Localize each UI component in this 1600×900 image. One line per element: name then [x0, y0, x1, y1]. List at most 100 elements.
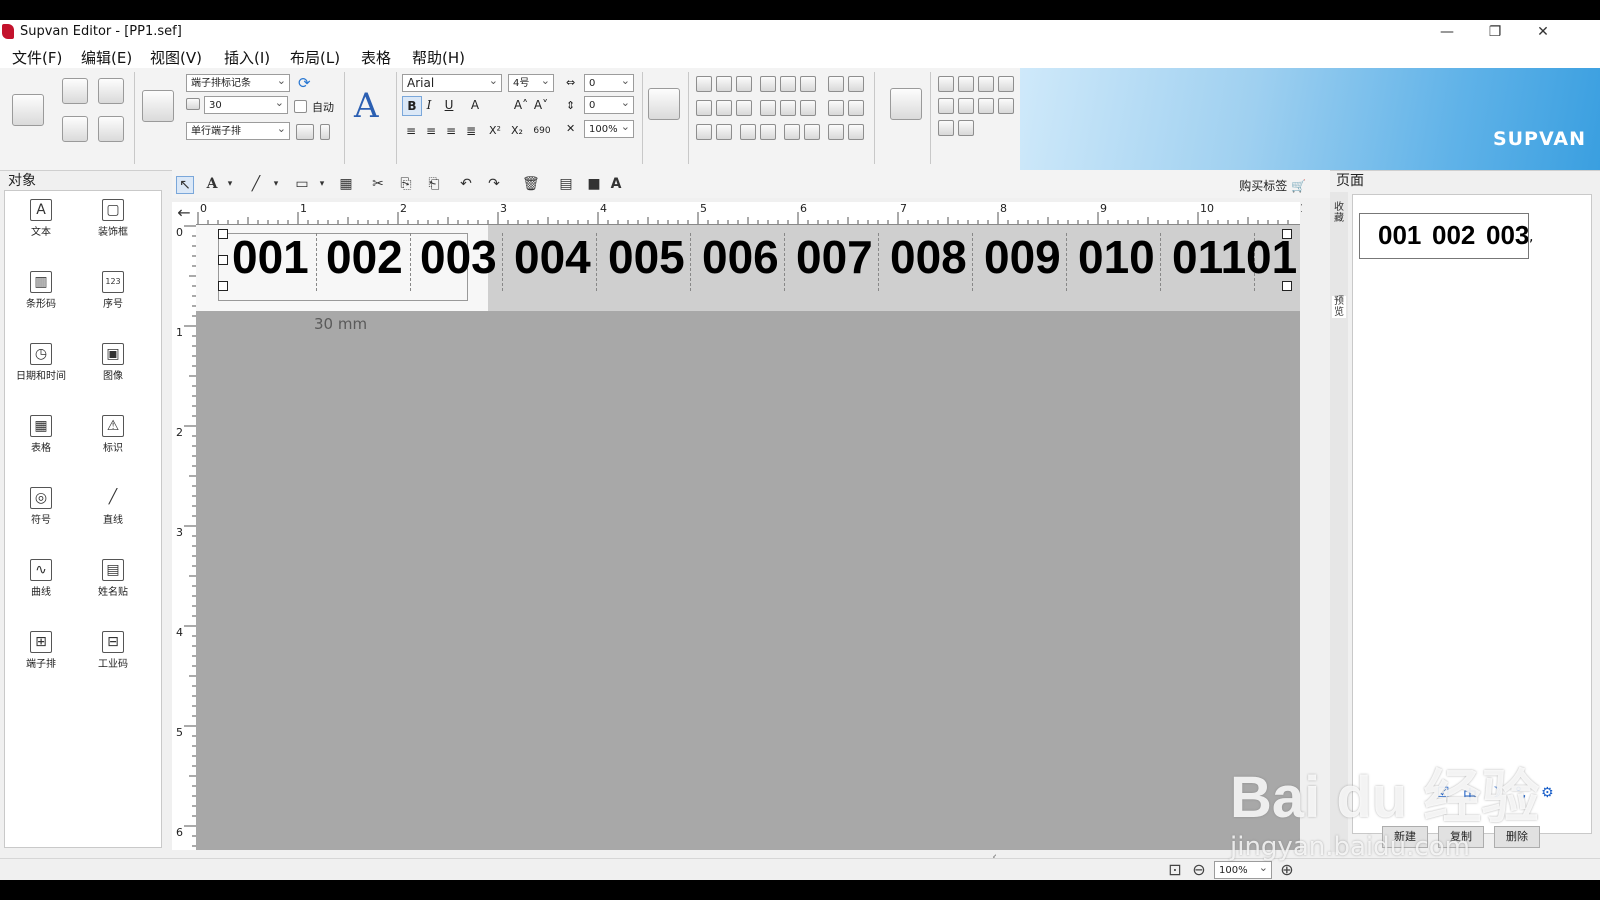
cell-border-icon[interactable] [978, 98, 994, 114]
columns-icon[interactable] [828, 76, 844, 92]
zoom-select[interactable]: 100% [1214, 861, 1272, 879]
bold-button[interactable]: B [402, 96, 422, 116]
fill-icon[interactable]: ■ [586, 176, 602, 192]
label-number[interactable]: 011 [1172, 229, 1246, 285]
delete-row-icon[interactable] [978, 76, 994, 92]
align-middle-icon[interactable] [716, 76, 732, 92]
rows-icon[interactable] [848, 76, 864, 92]
line-tool-icon[interactable]: ╱ [248, 176, 264, 192]
design-canvas[interactable]: 001 002 003 004 005 006 007 008 009 010 … [196, 225, 1300, 850]
rectangle-tool-icon[interactable]: ▭ [294, 176, 310, 192]
lock-icon[interactable] [828, 124, 844, 140]
object-table[interactable]: ▦ 表格 [11, 407, 71, 467]
align-right-icon[interactable]: ≡ [442, 122, 460, 140]
ime-check-icon[interactable]: ☑ [1437, 785, 1450, 801]
char-spacing-input[interactable]: 0 [584, 74, 634, 92]
table-grid-icon[interactable] [890, 88, 922, 120]
zoom-out-icon[interactable]: ⊖ [1190, 861, 1208, 879]
printer-device-icon[interactable] [142, 90, 174, 122]
layout-mode-select[interactable]: 单行端子排 [186, 122, 290, 140]
delete-icon[interactable]: 🗑 [522, 176, 540, 192]
object-image[interactable]: ▣ 图像 [83, 335, 143, 395]
same-width-icon[interactable] [760, 100, 776, 116]
print-preview-icon[interactable] [98, 116, 124, 142]
rotate-object-icon[interactable] [648, 88, 680, 120]
font-color-icon[interactable]: A [466, 96, 484, 114]
label-number[interactable]: 003 [420, 229, 497, 285]
cell-fill-icon[interactable] [998, 98, 1014, 114]
shrink-font-icon[interactable]: A˅ [532, 96, 550, 114]
refresh-icon[interactable]: ⟳ [298, 74, 311, 92]
select-pointer-icon[interactable]: ↖ [176, 176, 194, 194]
font-name-select[interactable]: Arial [402, 74, 502, 92]
copy-page-button[interactable]: 复制 [1438, 826, 1484, 848]
text-format-icon[interactable]: A [608, 176, 624, 192]
insert-row-icon[interactable] [938, 76, 954, 92]
center-page-icon[interactable] [800, 100, 816, 116]
menu-layout[interactable]: 布局(L) [290, 47, 340, 68]
label-number[interactable]: 002 [326, 229, 403, 285]
split-cells-icon[interactable] [958, 98, 974, 114]
ime-chinese-icon[interactable]: 中 [1463, 785, 1477, 805]
align-text-icon[interactable] [296, 124, 314, 140]
length-input[interactable]: 30 [204, 96, 288, 114]
menu-table[interactable]: 表格 [361, 47, 391, 68]
object-curve[interactable]: ∿ 曲线 [11, 551, 71, 611]
resize-handle[interactable] [1282, 281, 1292, 291]
send-back-icon[interactable] [848, 100, 864, 116]
align-left-icon[interactable]: ≡ [402, 122, 420, 140]
resize-handle[interactable] [218, 229, 228, 239]
object-line[interactable]: ╱ 直线 [83, 479, 143, 539]
menu-help[interactable]: 帮助(H) [412, 47, 465, 68]
delete-page-button[interactable]: 删除 [1494, 826, 1540, 848]
object-terminal-block[interactable]: ⊞ 端子排 [11, 623, 71, 683]
redo-icon[interactable]: ↷ [486, 176, 502, 192]
insert-column-icon[interactable] [958, 76, 974, 92]
same-height-icon[interactable] [780, 100, 796, 116]
bring-front-icon[interactable] [828, 100, 844, 116]
align-right-obj-icon[interactable] [736, 100, 752, 116]
superscript-button[interactable]: X² [486, 122, 504, 140]
align-center-obj-icon[interactable] [716, 100, 732, 116]
unlock-icon[interactable] [848, 124, 864, 140]
menu-file[interactable]: 文件(F) [12, 47, 62, 68]
align-bottom-icon[interactable] [736, 76, 752, 92]
underline-button[interactable]: U [440, 96, 458, 114]
subscript-button[interactable]: X₂ [508, 122, 526, 140]
group-icon[interactable] [740, 124, 756, 140]
resize-handle[interactable] [218, 255, 228, 265]
chevron-down-icon[interactable]: ▾ [268, 176, 284, 192]
page-thumbnail[interactable]: 001 002 003 [1359, 213, 1529, 259]
tab-favorites[interactable]: 收藏 [1332, 202, 1346, 224]
label-type-select[interactable]: 端子排标记条 [186, 74, 290, 92]
undo-icon[interactable]: ↶ [458, 176, 474, 192]
grow-font-icon[interactable]: A˄ [512, 96, 530, 114]
tab-preview[interactable]: 预览 [1332, 296, 1346, 318]
paste-icon[interactable]: ⎗ [426, 176, 442, 192]
open-file-icon[interactable] [98, 78, 124, 104]
row-height-icon[interactable] [938, 120, 954, 136]
delete-column-icon[interactable] [998, 76, 1014, 92]
label-number[interactable]: 008 [890, 229, 967, 285]
minimize-button[interactable]: — [1424, 20, 1470, 44]
menu-edit[interactable]: 编辑(E) [81, 47, 132, 68]
text-tool-icon[interactable]: A [204, 176, 220, 192]
object-sign[interactable]: ⚠ 标识 [83, 407, 143, 467]
object-name-tag[interactable]: ▤ 姓名贴 [83, 551, 143, 611]
object-frame[interactable]: ▢ 装饰框 [83, 191, 143, 251]
label-number[interactable]: 007 [796, 229, 873, 285]
object-industrial-code[interactable]: ⊟ 工业码 [83, 623, 143, 683]
print-icon[interactable] [12, 94, 44, 126]
grid-tool-icon[interactable]: ▦ [338, 176, 354, 192]
distribute-h-icon[interactable] [760, 76, 776, 92]
vertical-scrollbar[interactable] [1302, 202, 1322, 850]
fit-icon[interactable] [804, 124, 820, 140]
save-icon[interactable] [62, 116, 88, 142]
new-file-icon[interactable] [62, 78, 88, 104]
ime-gear-icon[interactable]: ⚙ [1541, 785, 1554, 801]
label-number[interactable]: 004 [514, 229, 591, 285]
label-number[interactable]: 006 [702, 229, 779, 285]
back-arrow-icon[interactable]: ← [172, 202, 196, 224]
object-symbol[interactable]: ◎ 符号 [11, 479, 71, 539]
copy-object-icon[interactable] [696, 124, 712, 140]
